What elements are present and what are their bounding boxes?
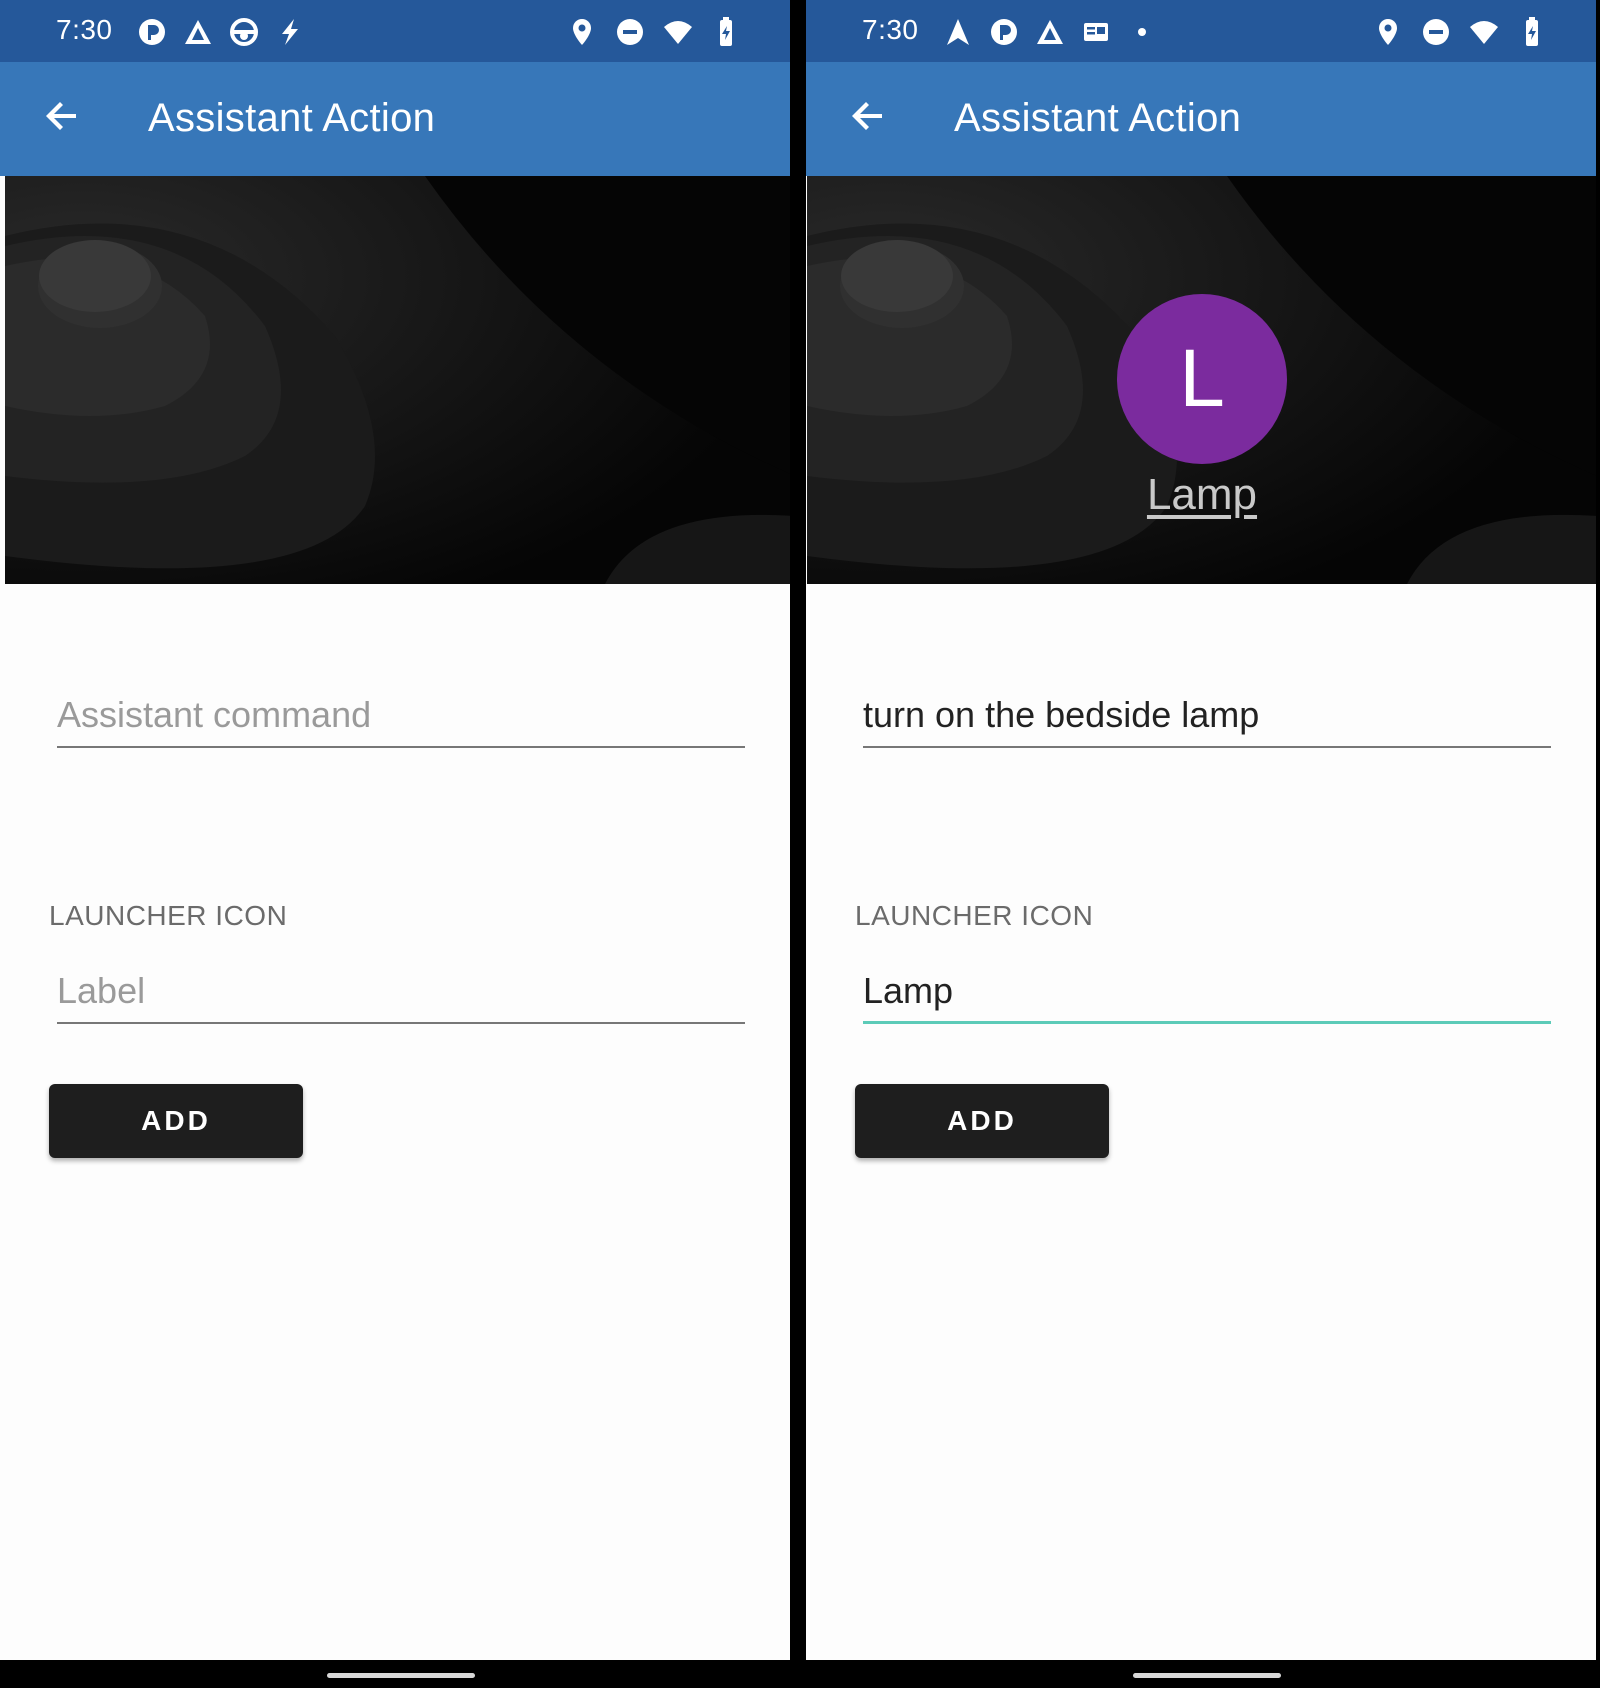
launcher-icon-heading: LAUNCHER ICON [855,900,1094,931]
label-input[interactable]: Lamp [863,968,1551,1024]
app-title: Assistant Action [954,96,1242,140]
status-time: 7:30 [862,14,919,45]
wifi-icon [662,16,694,48]
nav-bar [806,1660,1596,1688]
back-button[interactable] [36,92,88,144]
wallpaper-image [5,176,790,584]
battery-charging-icon [710,16,742,48]
app-bar: Assistant Action [0,62,790,176]
launcher-icon-preview[interactable]: L [1117,294,1287,464]
arrow-app-icon [182,16,214,48]
hero-wallpaper: L Lamp [807,176,1596,584]
flash-icon [274,16,306,48]
back-button[interactable] [842,92,894,144]
add-button[interactable]: ADD [49,1084,303,1158]
status-bar: 7:30 [806,0,1596,62]
arrow-app-icon [1034,16,1066,48]
dnd-icon [614,16,646,48]
message-icon [1080,16,1112,48]
nav-bar [0,1660,790,1688]
status-time: 7:30 [56,14,113,45]
assistant-command-input[interactable]: Assistant command [57,692,745,748]
launcher-icon-label: Lamp [1146,470,1258,519]
status-bar: 7:30 [0,0,790,62]
assistant-command-input[interactable]: turn on the bedside lamp [863,692,1551,748]
location-icon [1372,16,1404,48]
dnd-icon [1420,16,1452,48]
add-button[interactable]: ADD [855,1084,1109,1158]
dual-screenshot: 7:30 Assistant Action Assistant command … [0,0,1600,1688]
navigation-icon [942,16,974,48]
wifi-icon [1468,16,1500,48]
home-gesture-pill[interactable] [327,1673,475,1678]
pocketcasts-icon [988,16,1020,48]
back-arrow-icon [42,96,82,141]
label-input[interactable]: Label [57,968,745,1024]
hero-wallpaper [5,176,790,584]
launcher-icon-heading: LAUNCHER ICON [49,900,288,931]
battery-charging-icon [1516,16,1548,48]
screen-empty-form: 7:30 Assistant Action Assistant command … [0,0,790,1660]
home-gesture-pill[interactable] [1133,1673,1281,1678]
app-bar: Assistant Action [806,62,1596,176]
back-arrow-icon [848,96,888,141]
pocketcasts-icon [136,16,168,48]
screen-filled-form: 7:30 Assistant Action L Lamp turn on the… [806,0,1596,1660]
app-title: Assistant Action [148,96,436,140]
steering-wheel-icon [228,16,260,48]
location-icon [566,16,598,48]
dot-icon [1126,16,1158,48]
